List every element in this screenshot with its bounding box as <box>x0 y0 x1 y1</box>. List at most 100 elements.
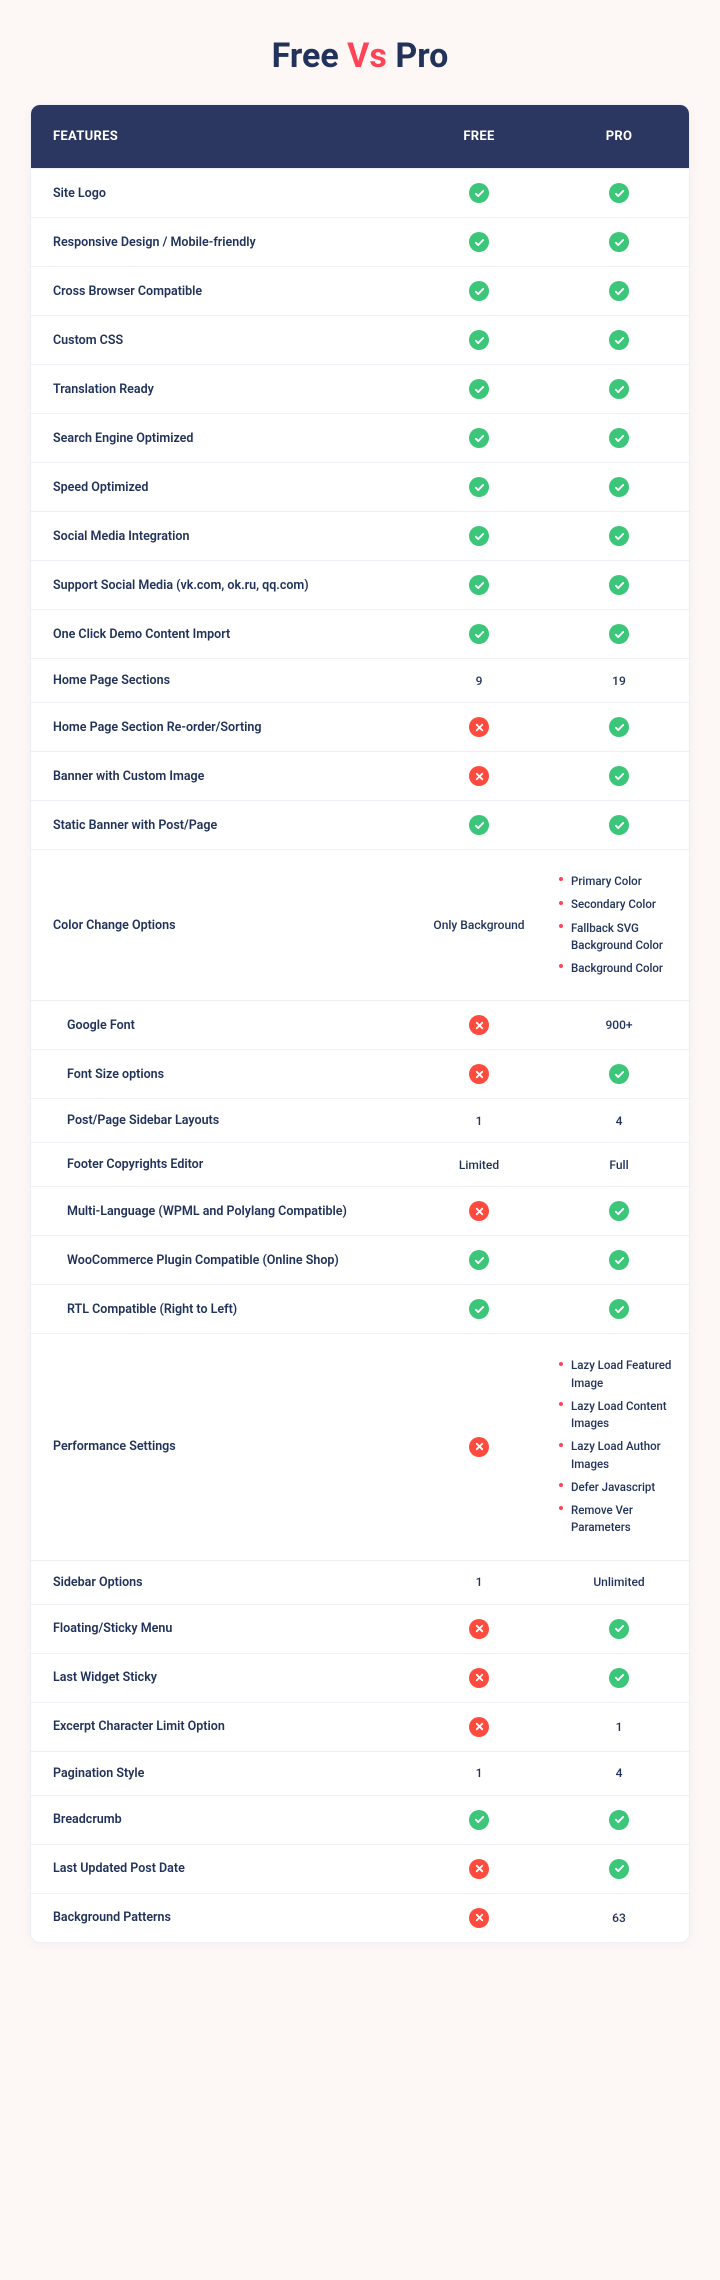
check-icon <box>609 281 629 301</box>
check-icon <box>469 281 489 301</box>
table-row: Static Banner with Post/Page <box>31 800 689 849</box>
table-row: Post/Page Sidebar Layouts14 <box>31 1098 689 1142</box>
table-row: Cross Browser Compatible <box>31 266 689 315</box>
check-icon <box>469 575 489 595</box>
feature-label: Speed Optimized <box>31 463 409 511</box>
feature-label: Font Size options <box>31 1050 409 1098</box>
free-cell <box>409 561 549 609</box>
free-cell <box>409 218 549 266</box>
cell-text: Only Background <box>433 918 524 932</box>
cross-icon <box>469 717 489 737</box>
pro-cell: 4 <box>549 1099 689 1142</box>
table-row: Footer Copyrights Editor Limited Full <box>31 1142 689 1186</box>
check-icon <box>609 1619 629 1639</box>
table-row: Pagination Style14 <box>31 1751 689 1795</box>
pro-cell <box>549 463 689 511</box>
pro-cell <box>549 1236 689 1284</box>
table-row: Performance SettingsLazy Load Featured I… <box>31 1333 689 1559</box>
cell-text: 4 <box>616 1766 623 1780</box>
pro-cell <box>549 414 689 462</box>
feature-label: Footer Copyrights Editor <box>31 1143 409 1186</box>
feature-bullet: Lazy Load Content Images <box>559 1395 673 1436</box>
feature-label: Banner with Custom Image <box>31 752 409 800</box>
feature-label: WooCommerce Plugin Compatible (Online Sh… <box>31 1236 409 1284</box>
pro-cell <box>549 218 689 266</box>
cross-icon <box>469 1201 489 1221</box>
table-row: Breadcrumb <box>31 1795 689 1844</box>
cell-text: Full <box>609 1158 628 1172</box>
check-icon <box>469 1250 489 1270</box>
table-row: Last Widget Sticky <box>31 1653 689 1702</box>
pro-cell <box>549 561 689 609</box>
cross-icon <box>469 1908 489 1928</box>
check-icon <box>469 1299 489 1319</box>
pro-cell: 900+ <box>549 1001 689 1049</box>
pro-cell <box>549 1654 689 1702</box>
check-icon <box>609 1064 629 1084</box>
free-cell <box>409 1187 549 1235</box>
pro-cell <box>549 1050 689 1098</box>
feature-bullet: Lazy Load Author Images <box>559 1435 673 1476</box>
check-icon <box>609 183 629 203</box>
free-cell <box>409 752 549 800</box>
free-cell <box>409 1796 549 1844</box>
check-icon <box>609 428 629 448</box>
pro-cell <box>549 267 689 315</box>
table-row: WooCommerce Plugin Compatible (Online Sh… <box>31 1235 689 1284</box>
cell-text: 4 <box>616 1114 623 1128</box>
cross-icon <box>469 1717 489 1737</box>
pro-cell <box>549 610 689 658</box>
feature-list: Primary ColorSecondary ColorFallback SVG… <box>557 868 681 982</box>
check-icon <box>609 232 629 252</box>
table-row: Search Engine Optimized <box>31 413 689 462</box>
table-row: Color Change OptionsOnly BackgroundPrima… <box>31 849 689 1000</box>
feature-label: Responsive Design / Mobile-friendly <box>31 218 409 266</box>
cell-text: 63 <box>612 1911 626 1925</box>
free-cell <box>409 365 549 413</box>
feature-label: Translation Ready <box>31 365 409 413</box>
cross-icon <box>469 1859 489 1879</box>
table-row: Social Media Integration <box>31 511 689 560</box>
pro-cell <box>549 512 689 560</box>
free-cell <box>409 512 549 560</box>
check-icon <box>609 624 629 644</box>
feature-label: Home Page Section Re-order/Sorting <box>31 703 409 751</box>
pro-cell <box>549 801 689 849</box>
feature-label: Multi-Language (WPML and Polylang Compat… <box>31 1187 409 1235</box>
check-icon <box>609 815 629 835</box>
cell-text: Unlimited <box>593 1575 644 1589</box>
table-row: Last Updated Post Date <box>31 1844 689 1893</box>
free-cell <box>409 267 549 315</box>
check-icon <box>609 1668 629 1688</box>
check-icon <box>469 232 489 252</box>
check-icon <box>609 766 629 786</box>
check-icon <box>469 815 489 835</box>
feature-label: Breadcrumb <box>31 1796 409 1844</box>
check-icon <box>469 183 489 203</box>
check-icon <box>609 477 629 497</box>
header-pro: PRO <box>549 105 689 168</box>
feature-label: Last Widget Sticky <box>31 1654 409 1702</box>
feature-label: Home Page Sections <box>31 659 409 702</box>
cell-text: Limited <box>459 1158 499 1172</box>
pro-cell: 1 <box>549 1703 689 1751</box>
check-icon <box>609 1859 629 1879</box>
free-cell: 1 <box>409 1561 549 1604</box>
free-cell <box>409 1236 549 1284</box>
cross-icon <box>469 1619 489 1639</box>
pro-cell: 4 <box>549 1752 689 1795</box>
check-icon <box>609 575 629 595</box>
feature-label: One Click Demo Content Import <box>31 610 409 658</box>
header-features: FEATURES <box>31 105 409 168</box>
check-icon <box>469 330 489 350</box>
feature-label: Static Banner with Post/Page <box>31 801 409 849</box>
check-icon <box>469 428 489 448</box>
free-cell <box>409 703 549 751</box>
feature-bullet: Fallback SVG Background Color <box>559 917 673 958</box>
check-icon <box>609 1201 629 1221</box>
pro-cell: Unlimited <box>549 1561 689 1604</box>
feature-bullet: Lazy Load Featured Image <box>559 1354 673 1395</box>
table-row: RTL Compatible (Right to Left) <box>31 1284 689 1333</box>
table-row: Custom CSS <box>31 315 689 364</box>
comparison-table: FEATURES FREE PRO Site LogoResponsive De… <box>30 104 690 1943</box>
